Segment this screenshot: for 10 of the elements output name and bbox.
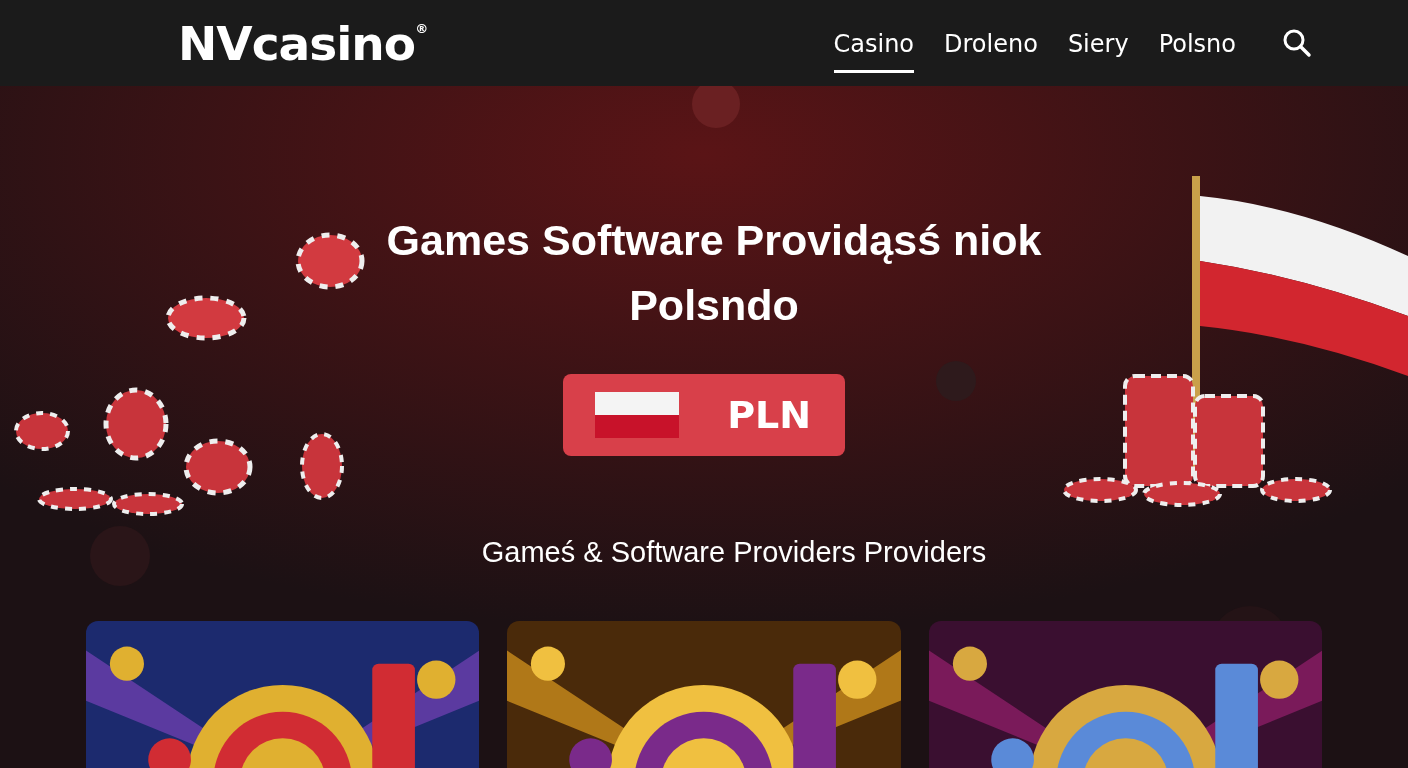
search-icon[interactable]	[1282, 28, 1312, 58]
nav-link[interactable]: Polsno	[1158, 19, 1236, 73]
nav-link[interactable]: Casino	[833, 19, 915, 73]
logo[interactable]: NVcasino$^{®}$	[178, 19, 428, 67]
hero-title: Games Software Providąsś niok Polsndo	[385, 215, 1043, 331]
flag-icon	[595, 392, 679, 438]
currency-button[interactable]: PLN	[563, 374, 845, 456]
nav-link[interactable]: Siery	[1067, 19, 1129, 73]
nav-link[interactable]: Droleno	[944, 19, 1038, 73]
section-heading: Gameś & Software Providers Providers	[481, 536, 987, 569]
